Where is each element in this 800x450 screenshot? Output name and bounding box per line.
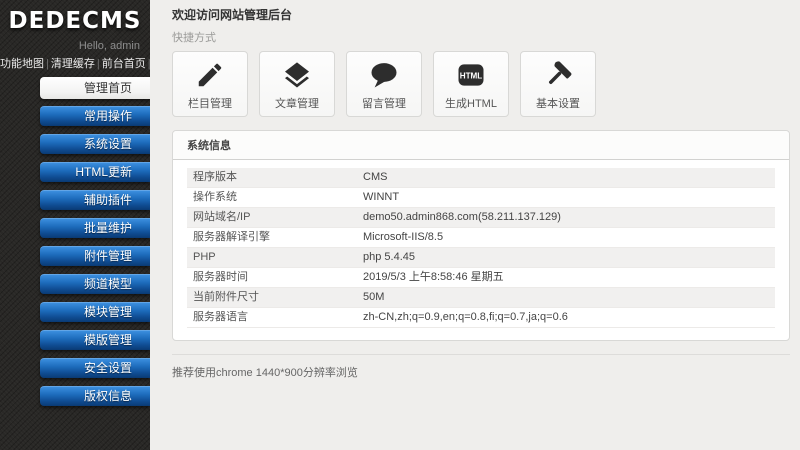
sidebar-menu-item[interactable]: 模块管理	[40, 302, 150, 322]
footer-note: 推荐使用chrome 1440*900分辨率浏览	[172, 367, 358, 379]
shortcut-card[interactable]: 基本设置	[520, 51, 596, 117]
admin-window: DEDECMS Hello, admin 功能地图|清理缓存|前台首页|退出 管…	[0, 0, 800, 450]
shortcut-card[interactable]: HTML 生成HTML	[433, 51, 509, 117]
system-info-table: 程序版本 CMS 操作系统 WINNT 网站域名/IP demo50.admin868.c…	[187, 168, 775, 328]
row-label: PHP	[193, 251, 216, 263]
sidebar-menu-item[interactable]: 频道模型	[40, 274, 150, 294]
row-value: 50M	[363, 291, 385, 303]
speech-bubble-icon	[369, 58, 399, 92]
sidebar: DEDECMS Hello, admin 功能地图|清理缓存|前台首页|退出 管…	[0, 0, 175, 450]
row-label: 当前附件尺寸	[193, 291, 259, 303]
sidebar-menu-item[interactable]: 附件管理	[40, 246, 150, 266]
system-info-row: 服务器语言 zh-CN,zh;q=0.9,en;q=0.8,fi;q=0.7,ja…	[187, 308, 775, 328]
main-content: 欢迎访问网站管理后台 快捷方式 栏目管理 文章管理 留言管理 HTML 生成HTML 基本…	[150, 0, 800, 450]
row-value: CMS	[363, 171, 388, 183]
row-label: 程序版本	[193, 171, 237, 183]
system-info-row: 服务器时间 2019/5/3 上午8:58:46 星期五	[187, 268, 775, 288]
row-label: 网站域名/IP	[193, 211, 251, 223]
shortcut-card-label: 文章管理	[275, 97, 319, 110]
system-info-title: 系统信息	[173, 131, 789, 160]
system-info-row: 网站域名/IP demo50.admin868.com(58.211.137.12…	[187, 208, 775, 228]
system-info-row: 当前附件尺寸 50M	[187, 288, 775, 308]
sidebar-menu-item[interactable]: HTML更新	[40, 162, 150, 182]
row-value: php 5.4.45	[363, 251, 415, 263]
shortcut-cards: 栏目管理 文章管理 留言管理 HTML 生成HTML 基本设置	[172, 51, 790, 117]
app-logo: DEDECMS	[8, 8, 142, 34]
shortcut-card[interactable]: 留言管理	[346, 51, 422, 117]
documents-icon	[281, 58, 313, 92]
sidebar-menu-item[interactable]: 常用操作	[40, 106, 150, 126]
shortcut-card[interactable]: 文章管理	[259, 51, 335, 117]
shortcut-card-label: 栏目管理	[188, 97, 232, 110]
shortcut-card-label: 留言管理	[362, 97, 406, 110]
shortcut-card[interactable]: 栏目管理	[172, 51, 248, 117]
system-info-row: 程序版本 CMS	[187, 168, 775, 188]
sidebar-top-link[interactable]: 清理缓存	[51, 58, 95, 70]
row-label: 服务器时间	[193, 271, 248, 283]
row-value: zh-CN,zh;q=0.9,en;q=0.8,fi;q=0.7,ja;q=0.…	[363, 311, 568, 323]
row-value: WINNT	[363, 191, 400, 203]
system-info-panel: 系统信息 程序版本 CMS 操作系统 WINNT 网站域名/IP demo50.admin…	[172, 130, 790, 341]
shortcut-card-label: 基本设置	[536, 97, 580, 110]
sidebar-menu-item[interactable]: 辅助插件	[40, 190, 150, 210]
system-info-row: 服务器解译引擎 Microsoft-IIS/8.5	[187, 228, 775, 248]
system-info-row: PHP php 5.4.45	[187, 248, 775, 268]
sidebar-top-link[interactable]: 前台首页	[102, 58, 146, 70]
row-label: 服务器语言	[193, 311, 248, 323]
row-label: 操作系统	[193, 191, 237, 203]
system-info-row: 操作系统 WINNT	[187, 188, 775, 208]
row-value: Microsoft-IIS/8.5	[363, 231, 444, 243]
sidebar-menu-item[interactable]: 模版管理	[40, 330, 150, 350]
sidebar-top-link[interactable]: 功能地图	[0, 58, 44, 70]
shortcut-card-label: 生成HTML	[445, 97, 497, 110]
hammer-icon	[543, 58, 573, 92]
shortcuts-label: 快捷方式	[172, 32, 216, 44]
svg-text:HTML: HTML	[460, 71, 483, 80]
sidebar-menu-item[interactable]: 安全设置	[40, 358, 150, 378]
page-title: 欢迎访问网站管理后台	[172, 8, 293, 22]
sidebar-menu-items: 常用操作系统设置 HTML更新 辅助插件批量维护附件管理频道模型模块管理模版管理安全…	[40, 106, 150, 406]
footer-divider	[172, 354, 790, 355]
sidebar-menu: 管理首页 常用操作系统设置 HTML更新 辅助插件批量维护附件管理频道模型模块管理模…	[0, 77, 150, 406]
html-icon: HTML	[456, 58, 486, 92]
link-separator: |	[96, 58, 100, 70]
sidebar-item-home[interactable]: 管理首页	[40, 77, 150, 99]
sidebar-top-links: 功能地图|清理缓存|前台首页|退出	[0, 55, 175, 71]
row-label: 服务器解译引擎	[193, 231, 270, 243]
row-value: 2019/5/3 上午8:58:46 星期五	[363, 271, 504, 283]
user-greeting: Hello, admin	[78, 40, 140, 52]
pencil-icon	[195, 58, 225, 92]
sidebar-menu-item[interactable]: 系统设置	[40, 134, 150, 154]
sidebar-menu-item[interactable]: 版权信息	[40, 386, 150, 406]
link-separator: |	[46, 58, 49, 70]
sidebar-menu-item[interactable]: 批量维护	[40, 218, 150, 238]
row-value: demo50.admin868.com(58.211.137.129)	[363, 211, 561, 223]
